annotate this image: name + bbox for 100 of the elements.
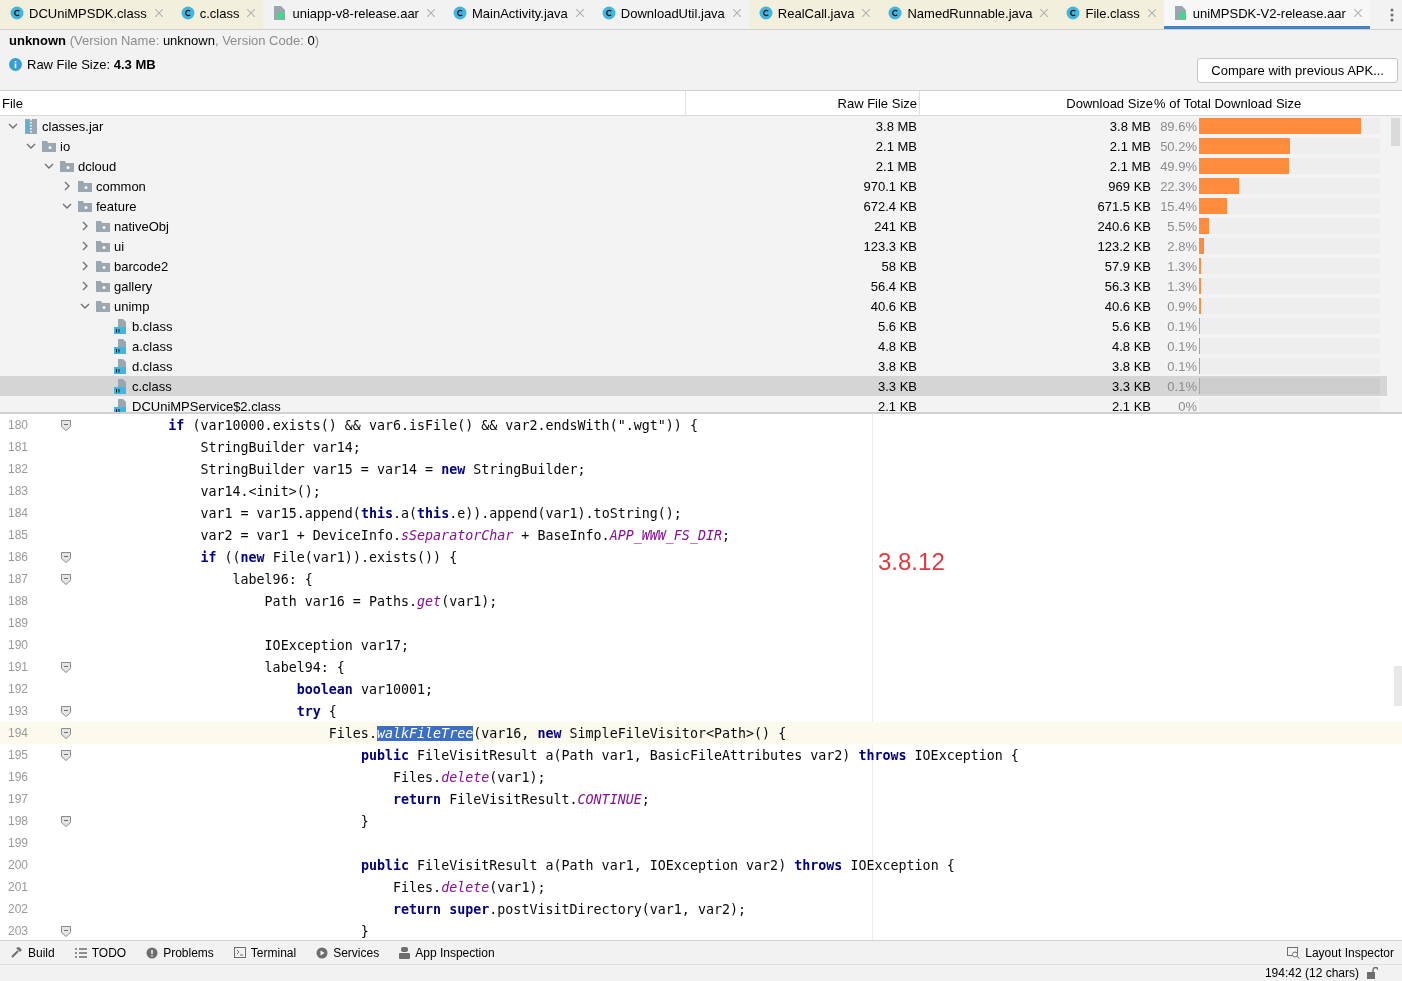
code-line: IOException var17; <box>263 637 410 653</box>
tool-window-button[interactable]: App Inspection <box>399 945 495 960</box>
fold-icon[interactable] <box>61 749 71 761</box>
info-icon <box>9 58 22 71</box>
fold-icon[interactable] <box>61 573 71 585</box>
tree-row[interactable]: gallery 56.4 KB 56.3 KB 1.3% <box>0 276 1387 296</box>
file-name: io <box>60 138 71 154</box>
code-line: StringBuilder var15 = var14 = new StringBuilder; <box>199 461 586 477</box>
class-file-icon <box>114 318 128 334</box>
file-name: unimp <box>114 298 150 314</box>
fold-icon[interactable] <box>61 705 71 717</box>
line-number: 190 <box>6 638 28 652</box>
file-name: nativeObj <box>114 218 169 234</box>
download-size-cell-text: 40.6 KB <box>1103 298 1152 314</box>
tool-window-button[interactable]: Terminal <box>233 945 297 960</box>
tree-row[interactable]: common 970.1 KB 969 KB 22.3% <box>0 176 1387 196</box>
fold-icon[interactable] <box>61 727 71 739</box>
code-line: if ((new File(var1)).exists()) { <box>199 549 458 565</box>
fold-icon[interactable] <box>61 419 71 431</box>
download-size-cell-text: 671.5 KB <box>1096 198 1152 214</box>
tool-window-button[interactable]: Layout Inspector <box>1287 945 1394 960</box>
archive-file-icon <box>1173 5 1188 21</box>
download-size-cell-text: 123.2 KB <box>1096 238 1152 254</box>
tool-window-button[interactable]: Build <box>10 945 55 960</box>
caret-position[interactable]: 194:42 (12 chars) <box>1264 966 1359 980</box>
folder-icon <box>96 240 110 252</box>
editor-tab[interactable]: uniMPSDK-V2-release.aar <box>1163 0 1370 29</box>
tree-row[interactable]: b.class 5.6 KB 5.6 KB 0.1% <box>0 316 1387 336</box>
editor-tab[interactable]: MainActivity.java <box>442 0 592 29</box>
play-circle-icon <box>316 946 329 959</box>
editor-tab[interactable]: uniapp-v8-release.aar <box>263 0 443 29</box>
archive-file-icon <box>273 5 288 21</box>
raw-file-size: Raw File Size: 4.3 MB <box>27 57 156 72</box>
tool-window-button[interactable]: TODO <box>74 945 127 960</box>
lock-icon[interactable] <box>1367 967 1378 979</box>
tree-row[interactable]: nativeObj 241 KB 240.6 KB 5.5% <box>0 216 1387 236</box>
tree-row[interactable]: unimp 40.6 KB 40.6 KB 0.9% <box>0 296 1387 316</box>
folder-icon <box>96 300 110 312</box>
tree-row[interactable]: barcode2 58 KB 57.9 KB 1.3% <box>0 256 1387 276</box>
editor-tab[interactable]: DownloadUtil.java <box>591 0 749 29</box>
list-icon <box>74 947 87 958</box>
folder-icon <box>96 220 110 232</box>
compare-button[interactable]: Compare with previous APK... <box>1197 58 1398 83</box>
file-name: b.class <box>132 318 173 334</box>
code-line: Files.walkFileTree(var16, new SimpleFileVisitor<Path>() { <box>327 725 787 741</box>
folder-icon <box>96 280 110 292</box>
line-number: 201 <box>6 880 28 894</box>
code-line: StringBuilder var14; <box>199 439 361 455</box>
file-name: feature <box>96 198 137 214</box>
percent-cell-text: 0.1% <box>1166 338 1198 354</box>
line-number: 187 <box>6 572 28 586</box>
folder-icon <box>78 200 92 212</box>
download-size-cell-text: 3.8 MB <box>1108 118 1152 134</box>
file-name: dcloud <box>78 158 117 174</box>
tree-row[interactable]: classes.jar 3.8 MB 3.8 MB 89.6% <box>0 116 1387 136</box>
column-header[interactable]: Raw File Size <box>686 91 920 115</box>
column-header[interactable]: % of Total Download Size <box>1153 91 1304 115</box>
column-header[interactable]: File <box>0 91 686 115</box>
tree-row[interactable]: a.class 4.8 KB 4.8 KB 0.1% <box>0 336 1387 356</box>
raw-size-cell-text: 4.8 KB <box>876 338 918 354</box>
download-size-cell-text: 2.1 KB <box>1110 398 1152 412</box>
percent-cell-text: 15.4% <box>1159 198 1198 214</box>
code-line: var1 = var15.append(this.a(this.e)).append(var1).toString(); <box>199 505 682 521</box>
fold-icon[interactable] <box>61 815 71 827</box>
class-file-icon <box>114 358 128 374</box>
editor-tab[interactable]: DCUniMPSDK.class <box>0 0 171 29</box>
file-name: gallery <box>114 278 153 294</box>
tree-row[interactable]: io 2.1 MB 2.1 MB 50.2% <box>0 136 1387 156</box>
fold-icon[interactable] <box>61 551 71 563</box>
download-size-cell-text: 2.1 MB <box>1108 158 1152 174</box>
editor-tab[interactable]: NamedRunnable.java <box>878 0 1057 29</box>
tree-row[interactable]: feature 672.4 KB 671.5 KB 15.4% <box>0 196 1387 216</box>
tree-row[interactable]: dcloud 2.1 MB 2.1 MB 49.9% <box>0 156 1387 176</box>
file-name: d.class <box>132 358 173 374</box>
tree-row[interactable]: c.class 3.3 KB 3.3 KB 0.1% <box>0 376 1387 396</box>
fold-icon[interactable] <box>61 661 71 673</box>
tree-row[interactable]: ui 123.3 KB 123.2 KB 2.8% <box>0 236 1387 256</box>
tool-window-button[interactable]: Services <box>316 945 380 960</box>
tree-row[interactable]: d.class 3.8 KB 3.8 KB 0.1% <box>0 356 1387 376</box>
code-line: Path var16 = Paths.get(var1); <box>263 593 498 609</box>
raw-size-cell-text: 2.1 KB <box>876 398 918 412</box>
percent-cell-text: 0.1% <box>1166 318 1198 334</box>
percent-cell-text: 0% <box>1177 398 1198 412</box>
editor-tab[interactable]: RealCall.java <box>748 0 879 29</box>
fold-icon[interactable] <box>61 925 71 937</box>
scrollbar-thumb[interactable] <box>1391 118 1400 146</box>
download-size-cell-text: 969 KB <box>1107 178 1152 194</box>
tool-window-button[interactable]: Problems <box>146 945 214 960</box>
code-line: var14.<init>(); <box>199 483 321 499</box>
file-name: classes.jar <box>42 118 104 134</box>
column-header[interactable]: Download Size <box>920 91 1153 115</box>
class-file-icon <box>601 6 616 20</box>
editor-tab[interactable]: File.class <box>1056 0 1164 29</box>
editor-tab[interactable]: c.class <box>170 0 264 29</box>
tree-row[interactable]: DCUniMPService$2.class 2.1 KB 2.1 KB 0% <box>0 396 1387 412</box>
class-file-icon <box>114 378 128 394</box>
download-size-cell-text: 3.3 KB <box>1110 378 1152 394</box>
line-number: 202 <box>6 902 28 916</box>
download-size-cell-text: 3.8 KB <box>1110 358 1152 374</box>
line-number: 191 <box>6 660 28 674</box>
